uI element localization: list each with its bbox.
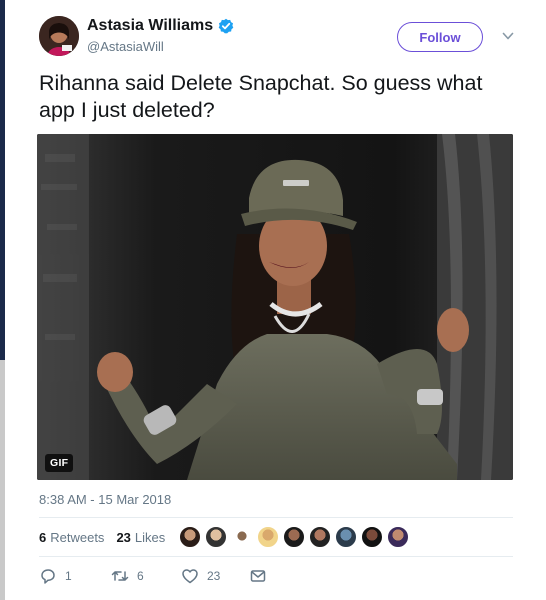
liker-avatar[interactable] [361,526,383,548]
divider [39,556,513,557]
retweet-action[interactable]: 6 [111,567,144,585]
liker-avatar[interactable] [179,526,201,548]
retweets-stat-count: 6 [39,530,47,545]
retweets-stat-label: Retweets [50,530,105,545]
divider [39,517,513,518]
retweet-count: 6 [137,569,144,583]
verified-badge-icon [218,18,234,34]
liker-avatar[interactable] [387,526,409,548]
engagement-stats: 6 Retweets 23 Likes [39,530,165,545]
liker-avatar[interactable] [335,526,357,548]
liker-avatar[interactable] [205,526,227,548]
direct-message-icon [250,570,266,582]
reply-count: 1 [65,569,72,583]
liker-avatars [179,526,413,548]
reply-action[interactable]: 1 [39,567,72,585]
like-icon [182,569,198,584]
tweet-actions: 1 6 23 [39,567,339,587]
like-count: 23 [207,569,221,583]
retweets-stat[interactable]: 6 Retweets [39,530,104,545]
tweet-timestamp[interactable]: 8:38 AM - 15 Mar 2018 [39,492,171,507]
likes-stat-count: 23 [116,530,131,545]
gif-frame-image [37,134,513,480]
liker-avatar[interactable] [257,526,279,548]
liker-avatar[interactable] [231,526,253,548]
retweet-icon [111,571,129,581]
follow-button[interactable]: Follow [397,22,483,52]
direct-message-action[interactable] [249,567,267,585]
tweet-gif[interactable]: GIF [37,134,513,480]
author-name[interactable]: Astasia Williams [87,17,234,35]
author-avatar[interactable] [39,16,79,56]
gif-badge: GIF [45,454,74,472]
tweet-text: Rihanna said Delete Snapchat. So guess w… [39,71,483,122]
like-action[interactable]: 23 [181,567,220,585]
reply-icon [41,569,55,584]
liker-avatar[interactable] [309,526,331,548]
liker-avatar[interactable] [283,526,305,548]
author-handle[interactable]: @AstasiaWill [87,39,164,54]
chevron-down-icon[interactable] [502,31,514,41]
tweet-card: Astasia Williams @AstasiaWill Follow Rih… [5,0,546,600]
likes-stat[interactable]: 23 Likes [116,530,165,545]
likes-stat-label: Likes [134,530,166,545]
